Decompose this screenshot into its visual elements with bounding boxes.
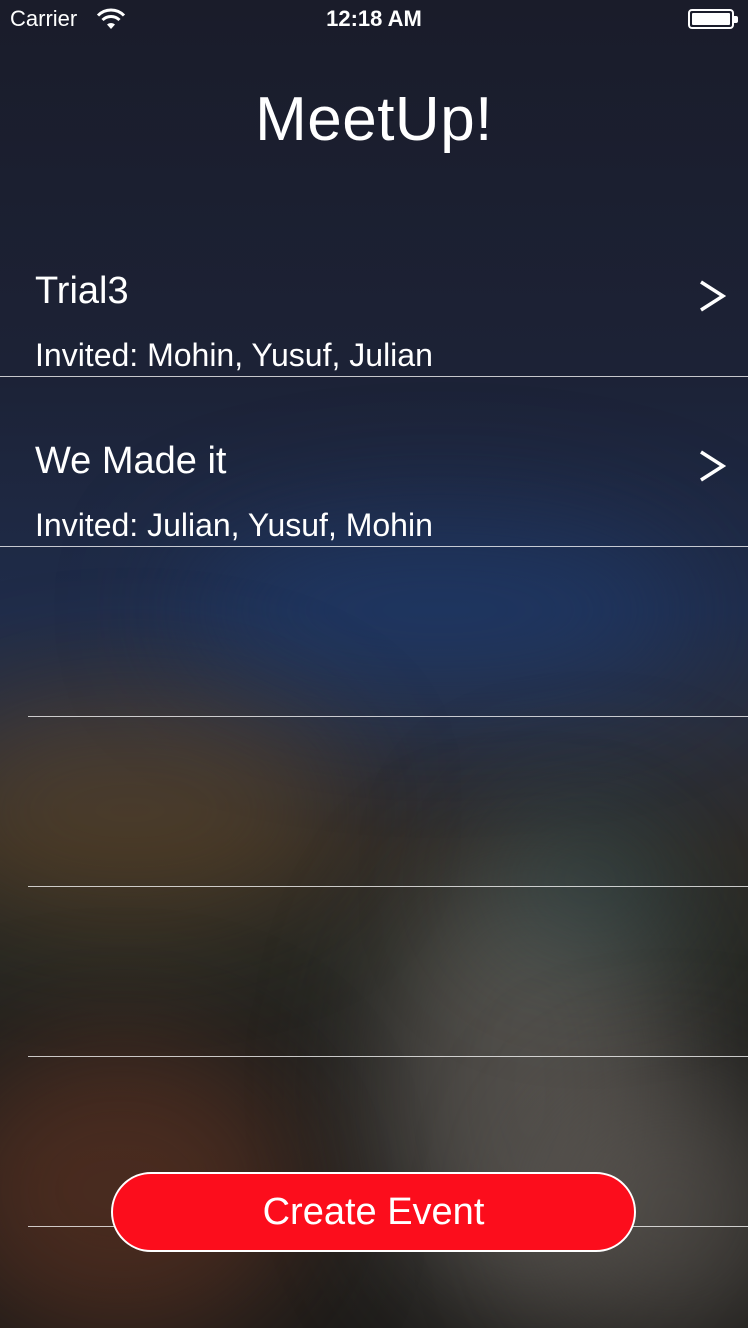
empty-row-divider [28, 886, 748, 887]
event-invited: Invited: Julian, Yusuf, Mohin [35, 507, 433, 543]
empty-row-divider [28, 1056, 748, 1057]
row-divider [0, 546, 748, 547]
page-title: MeetUp! [255, 85, 493, 154]
event-row-trial3[interactable]: Trial3 Invited: Mohin, Yusuf, Julian [0, 207, 748, 377]
chevron-right-icon[interactable] [698, 279, 726, 313]
event-name: We Made it [35, 440, 227, 482]
event-row-we-made-it[interactable]: We Made it Invited: Julian, Yusuf, Mohin [0, 377, 748, 547]
chevron-right-icon[interactable] [698, 449, 726, 483]
event-invited: Invited: Mohin, Yusuf, Julian [35, 337, 433, 373]
clock-time: 12:18 AM [326, 6, 422, 31]
create-event-button[interactable]: Create Event [111, 1172, 636, 1252]
blurred-background [0, 0, 748, 1328]
battery-icon [688, 9, 738, 29]
event-name: Trial3 [35, 270, 129, 312]
empty-row-divider [28, 716, 748, 717]
status-bar: Carrier 12:18 AM [0, 0, 748, 40]
event-list: Trial3 Invited: Mohin, Yusuf, Julian We … [0, 207, 748, 547]
